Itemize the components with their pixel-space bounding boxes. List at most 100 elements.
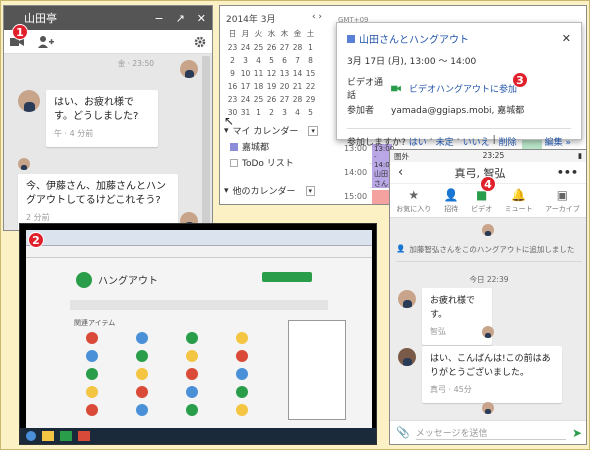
mini-calendar-grid[interactable]: 日月火水木金土 23 24 25 26 27 28 1 2 3 4 5 6 7 8 9 10 11 12 13 14 15… bbox=[226, 28, 322, 117]
app-tile[interactable] bbox=[86, 350, 98, 362]
taskbar-app-icon[interactable] bbox=[60, 431, 72, 441]
calendar-item[interactable]: ToDo リスト bbox=[230, 156, 294, 169]
popup-title[interactable]: 山田さんとハングアウト bbox=[359, 31, 469, 46]
send-icon[interactable]: ➤ bbox=[572, 426, 582, 440]
day-cell[interactable]: 12 bbox=[265, 69, 278, 78]
collapse-icon[interactable]: ▾ bbox=[224, 186, 229, 196]
more-icon[interactable]: ••• bbox=[557, 166, 578, 179]
app-tile[interactable] bbox=[86, 404, 98, 416]
calendar-item[interactable]: 嘉城都 bbox=[230, 140, 269, 153]
day-cell[interactable]: 6 bbox=[278, 56, 291, 65]
day-cell[interactable]: 8 bbox=[304, 56, 317, 65]
calendar-color-swatch[interactable] bbox=[230, 142, 238, 151]
mobile-chat-body[interactable]: 👤 加藤智弘さんをこのハングアウトに追加しました 今日 22:39 お疲れ様です… bbox=[390, 218, 586, 422]
favorite-button[interactable]: ★ お気に入り bbox=[396, 188, 431, 214]
my-calendars-header[interactable]: ▾ マイ カレンダー ▾ bbox=[224, 124, 318, 137]
day-cell[interactable]: 28 bbox=[291, 95, 304, 104]
day-cell[interactable]: 25 bbox=[252, 43, 265, 52]
day-cell[interactable]: 29 bbox=[304, 95, 317, 104]
calendar-color-swatch[interactable] bbox=[230, 158, 238, 167]
day-cell[interactable]: 9 bbox=[226, 69, 239, 78]
dropdown-icon[interactable]: ▾ bbox=[308, 125, 318, 136]
day-cell[interactable]: 23 bbox=[226, 43, 239, 52]
chat-body[interactable]: 金 · 23:50 はい、お疲れ様です。どうしました? 午 · 4 分前 今、伊… bbox=[4, 54, 212, 230]
day-cell[interactable]: 3 bbox=[278, 108, 291, 117]
join-video-link[interactable]: ビデオハングアウトに参加 bbox=[409, 82, 517, 95]
day-cell[interactable]: 26 bbox=[265, 43, 278, 52]
app-tile[interactable] bbox=[136, 386, 148, 398]
day-cell[interactable]: 26 bbox=[265, 95, 278, 104]
day-cell[interactable]: 16 bbox=[226, 82, 239, 91]
day-cell[interactable]: 27 bbox=[278, 95, 291, 104]
day-cell[interactable]: 22 bbox=[304, 82, 317, 91]
app-tile[interactable] bbox=[236, 368, 248, 380]
app-tile[interactable] bbox=[186, 404, 198, 416]
app-tile[interactable] bbox=[236, 404, 248, 416]
day-cell[interactable]: 2 bbox=[226, 56, 239, 65]
taskbar-app-icon[interactable] bbox=[42, 431, 54, 441]
app-tile[interactable] bbox=[186, 350, 198, 362]
day-cell[interactable]: 17 bbox=[239, 82, 252, 91]
day-cell[interactable]: 21 bbox=[291, 82, 304, 91]
day-cell[interactable]: 1 bbox=[304, 43, 317, 52]
day-cell[interactable]: 2 bbox=[265, 108, 278, 117]
other-calendars-header[interactable]: ▾ 他のカレンダー ▾ bbox=[224, 184, 316, 197]
day-cell[interactable]: 25 bbox=[252, 95, 265, 104]
invite-button[interactable]: 👤 招待 bbox=[444, 188, 459, 214]
app-tile[interactable] bbox=[86, 332, 98, 344]
day-cell[interactable]: 1 bbox=[252, 108, 265, 117]
minimize-icon[interactable]: − bbox=[154, 12, 163, 25]
add-person-icon[interactable] bbox=[38, 35, 54, 48]
day-cell[interactable]: 19 bbox=[265, 82, 278, 91]
mute-button[interactable]: 🔔 ミュート bbox=[505, 188, 533, 214]
app-tile[interactable] bbox=[136, 350, 148, 362]
app-tile[interactable] bbox=[236, 350, 248, 362]
app-tile[interactable] bbox=[136, 404, 148, 416]
app-tile[interactable] bbox=[136, 332, 148, 344]
green-action-button[interactable] bbox=[262, 272, 312, 282]
taskbar-app-icon[interactable] bbox=[78, 431, 90, 441]
day-cell[interactable]: 15 bbox=[304, 69, 317, 78]
day-cell[interactable]: 10 bbox=[239, 69, 252, 78]
app-tile[interactable] bbox=[86, 368, 98, 380]
rsvp-no-link[interactable]: いいえ bbox=[463, 135, 490, 148]
browser-tabstrip[interactable] bbox=[26, 230, 372, 246]
delete-link[interactable]: 削除 bbox=[499, 135, 517, 148]
day-cell[interactable]: 20 bbox=[278, 82, 291, 91]
app-tile[interactable] bbox=[236, 332, 248, 344]
app-tile[interactable] bbox=[186, 332, 198, 344]
day-cell[interactable]: 4 bbox=[252, 56, 265, 65]
message-input[interactable]: メッセージを送信 bbox=[415, 426, 566, 440]
app-tile[interactable] bbox=[136, 368, 148, 380]
edit-link[interactable]: 編集 » bbox=[545, 135, 571, 148]
gear-icon[interactable] bbox=[194, 36, 206, 48]
day-cell[interactable]: 4 bbox=[291, 108, 304, 117]
day-cell[interactable]: 24 bbox=[239, 95, 252, 104]
day-cell[interactable]: 11 bbox=[252, 69, 265, 78]
day-cell[interactable]: 27 bbox=[278, 43, 291, 52]
close-icon[interactable]: ✕ bbox=[562, 32, 571, 45]
dropdown-icon[interactable]: ▾ bbox=[305, 185, 316, 196]
app-tile[interactable] bbox=[186, 368, 198, 380]
popout-icon[interactable]: ↗ bbox=[176, 12, 185, 25]
start-icon[interactable] bbox=[26, 431, 36, 441]
day-cell[interactable]: 18 bbox=[252, 82, 265, 91]
day-cell[interactable]: 23 bbox=[226, 95, 239, 104]
app-tile[interactable] bbox=[186, 386, 198, 398]
archive-button[interactable]: ▣ アーカイブ bbox=[545, 188, 580, 214]
app-tile[interactable] bbox=[236, 386, 248, 398]
day-cell[interactable]: 31 bbox=[239, 108, 252, 117]
app-tile[interactable] bbox=[86, 386, 98, 398]
rsvp-maybe-link[interactable]: 未定 bbox=[436, 135, 454, 148]
day-cell[interactable]: 13 bbox=[278, 69, 291, 78]
tab-strip[interactable] bbox=[70, 300, 328, 310]
day-cell[interactable]: 3 bbox=[239, 56, 252, 65]
browser-address-bar[interactable] bbox=[26, 246, 372, 258]
day-cell[interactable]: 28 bbox=[291, 43, 304, 52]
day-cell[interactable]: 14 bbox=[291, 69, 304, 78]
attachment-icon[interactable]: 📎 bbox=[396, 426, 410, 439]
day-cell[interactable]: 7 bbox=[291, 56, 304, 65]
day-cell[interactable]: 5 bbox=[265, 56, 278, 65]
close-icon[interactable]: ✕ bbox=[197, 12, 206, 25]
day-cell[interactable]: 24 bbox=[239, 43, 252, 52]
